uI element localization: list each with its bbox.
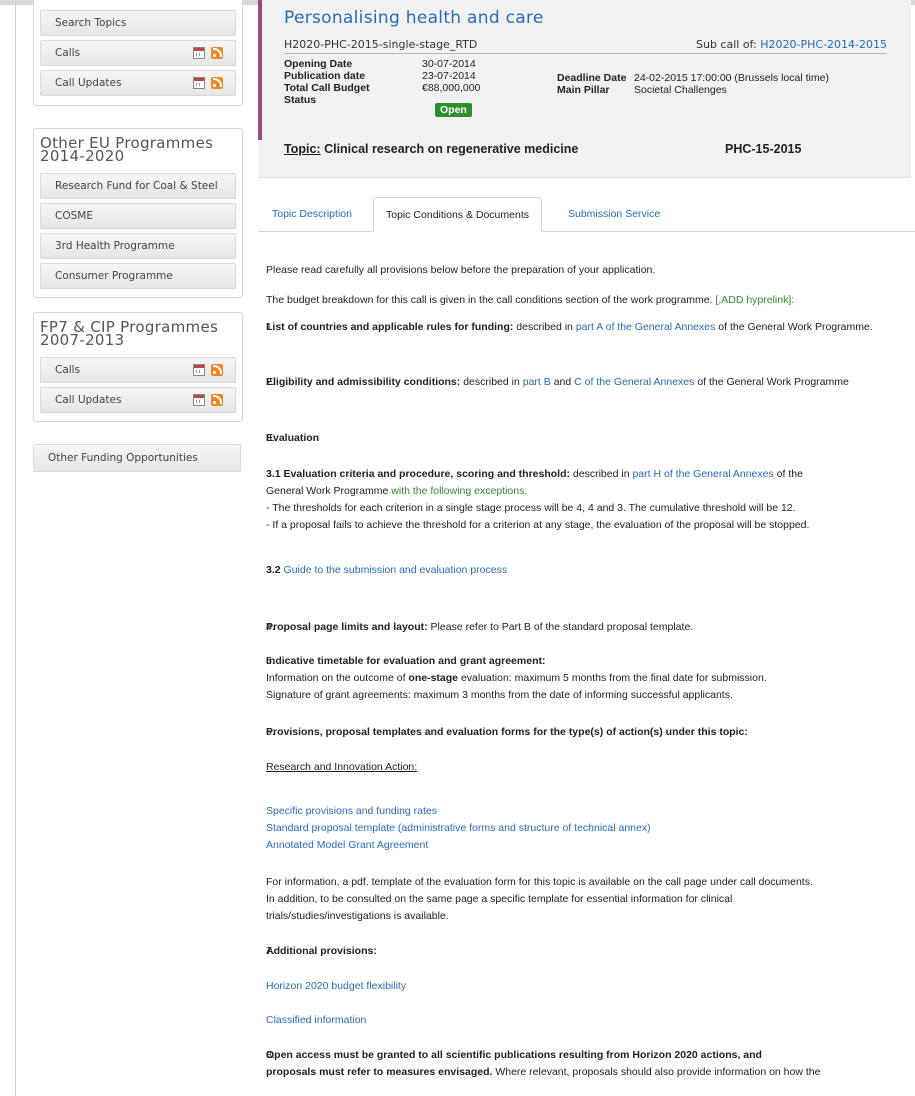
page-title: Personalising health and care (284, 8, 544, 28)
evaluation-form-info: For information, a pdf. template of the … (266, 876, 813, 888)
budget-note: The budget breakdown for this call is gi… (266, 294, 795, 306)
status-label: Status (284, 94, 317, 106)
pillar-value: Societal Challenges (634, 84, 727, 96)
deadline-value: 24-02-2015 17:00:00 (Brussels local time… (634, 72, 829, 84)
rss-icon[interactable] (211, 364, 223, 376)
sidebar-box-title: Other EU Programmes 2014-2020 (40, 134, 214, 165)
threshold-bullet: - The thresholds for each criterion in a… (266, 502, 796, 514)
total-budget-label: Total Call Budget (284, 82, 370, 94)
placeholder-link[interactable]: [,ADD hyprelink]: (715, 294, 794, 306)
sidebar-item-label: Consumer Programme (55, 270, 173, 282)
call-header: Personalising health and care H2020-PHC-… (258, 0, 911, 178)
header-divider (284, 53, 887, 54)
evaluation-form-info: In addition, to be consulted on the same… (266, 893, 733, 905)
opening-date-value: 30-07-2014 (422, 58, 476, 70)
sidebar-box-h2020: Search Topics Calls Call Updates (33, 0, 243, 106)
sidebar-item-other-funding[interactable]: Other Funding Opportunities (33, 444, 241, 472)
budget-flexibility-link[interactable]: Horizon 2020 budget flexibility (266, 978, 898, 995)
ria-heading: Research and Innovation Action: (266, 761, 418, 773)
subcall-link[interactable]: H2020-PHC-2014-2015 (760, 38, 887, 51)
section-page-limits: Proposal page limits and layout: Please … (266, 621, 694, 633)
section-evaluation: Evaluation (266, 432, 320, 444)
timetable-line: Signature of grant agreements: maximum 3… (266, 689, 733, 701)
calendar-icon[interactable] (193, 364, 205, 376)
intro-text: Please read carefully all provisions bel… (266, 264, 656, 276)
subcall-info: Sub call of: H2020-PHC-2014-2015 (696, 38, 887, 51)
sidebar-box-other-eu: Other EU Programmes 2014-2020 Research F… (33, 128, 243, 298)
tab-topic-conditions[interactable]: Topic Conditions & Documents (373, 197, 542, 232)
calendar-icon[interactable] (193, 394, 205, 406)
sidebar-item-label: Call Updates (55, 77, 122, 89)
sidebar-item-health[interactable]: 3rd Health Programme (40, 233, 236, 259)
rss-icon[interactable] (211, 394, 223, 406)
sidebar-item-calls[interactable]: Calls (40, 40, 236, 66)
section-countries: List of countries and applicable rules f… (266, 321, 873, 333)
general-annexes-c-link[interactable]: C of the General Annexes (574, 376, 694, 388)
section-provisions: Provisions, proposal templates and evalu… (266, 726, 748, 738)
section-additional: Additional provisions: (266, 945, 377, 957)
evaluation-criteria: 3.1 Evaluation criteria and procedure, s… (266, 468, 803, 480)
sidebar-item-label: Other Funding Opportunities (48, 452, 198, 464)
part-b-link[interactable]: part B (523, 376, 551, 388)
total-budget-value: €88,000,000 (422, 82, 481, 94)
sidebar-item-fp7-calls[interactable]: Calls (40, 357, 236, 383)
sidebar-item-consumer[interactable]: Consumer Programme (40, 263, 236, 289)
calendar-icon[interactable] (193, 47, 205, 59)
tab-submission-service[interactable]: Submission Service (556, 197, 672, 232)
sidebar-item-label: 3rd Health Programme (55, 240, 175, 252)
status-badge: Open (435, 103, 472, 117)
section-open-access: Open access must be granted to all scien… (266, 1049, 762, 1061)
sidebar-item-search-topics[interactable]: Search Topics (40, 10, 236, 36)
sidebar-item-call-updates[interactable]: Call Updates (40, 70, 236, 96)
sidebar-item-label: Calls (55, 47, 81, 59)
sidebar-item-label: Search Topics (55, 17, 127, 29)
sidebar-item-label: Calls (55, 364, 81, 376)
evaluation-criteria-cont: General Work Programme with the followin… (266, 485, 528, 497)
threshold-bullet: - If a proposal fails to achieve the thr… (266, 519, 810, 531)
topic-code: PHC-15-2015 (725, 142, 802, 156)
publication-date-label: Publication date (284, 70, 366, 82)
sidebar-box-fp7: FP7 & CIP Programmes 2007-2013 Calls Cal… (33, 312, 243, 422)
classified-info-link[interactable]: Classified information (266, 1012, 898, 1029)
sidebar-item-rfcs[interactable]: Research Fund for Coal & Steel (40, 173, 236, 199)
evaluation-form-info: trials/studies/investigations is availab… (266, 910, 449, 922)
proposal-template-link[interactable]: Standard proposal template (administrati… (266, 820, 898, 837)
subcall-label: Sub call of: (696, 38, 757, 51)
publication-date-value: 23-07-2014 (422, 70, 476, 82)
guide-link[interactable]: Guide to the submission and evaluation p… (284, 564, 508, 576)
sidebar-item-label: Call Updates (55, 394, 122, 406)
sidebar-box-title: FP7 & CIP Programmes 2007-2013 (40, 318, 219, 349)
sidebar-item-label: Research Fund for Coal & Steel (55, 180, 218, 192)
tab-topic-description[interactable]: Topic Description (260, 197, 364, 232)
rss-icon[interactable] (211, 77, 223, 89)
sidebar-item-fp7-call-updates[interactable]: Call Updates (40, 387, 236, 413)
section-timetable: Indicative timetable for evaluation and … (266, 655, 546, 667)
header-accent-bar (258, 0, 262, 140)
deadline-label: Deadline Date (557, 72, 627, 84)
calendar-icon[interactable] (193, 77, 205, 89)
call-identifier: H2020-PHC-2015-single-stage_RTD (284, 38, 478, 51)
specific-provisions-link[interactable]: Specific provisions and funding rates (266, 803, 898, 820)
section-open-access-cont: proposals must refer to measures envisag… (266, 1066, 821, 1078)
pillar-label: Main Pillar (557, 84, 610, 96)
page-left-border (15, 0, 16, 1096)
guide-line: 3.2 Guide to the submission and evaluati… (266, 564, 508, 576)
section-eligibility: Eligibility and admissibility conditions… (266, 376, 849, 388)
model-grant-link[interactable]: Annotated Model Grant Agreement (266, 837, 898, 854)
opening-date-label: Opening Date (284, 58, 353, 70)
sidebar-item-cosme[interactable]: COSME (40, 203, 236, 229)
tab-bar: Topic Description Topic Conditions & Doc… (258, 197, 915, 232)
general-annexes-h-link[interactable]: part H of the General Annexes (632, 468, 773, 480)
rss-icon[interactable] (211, 47, 223, 59)
general-annexes-a-link[interactable]: part A of the General Annexes (576, 321, 716, 333)
sidebar-item-label: COSME (55, 210, 93, 222)
timetable-line: Information on the outcome of one-stage … (266, 672, 767, 684)
topic-title: Topic: Clinical research on regenerative… (284, 142, 579, 156)
